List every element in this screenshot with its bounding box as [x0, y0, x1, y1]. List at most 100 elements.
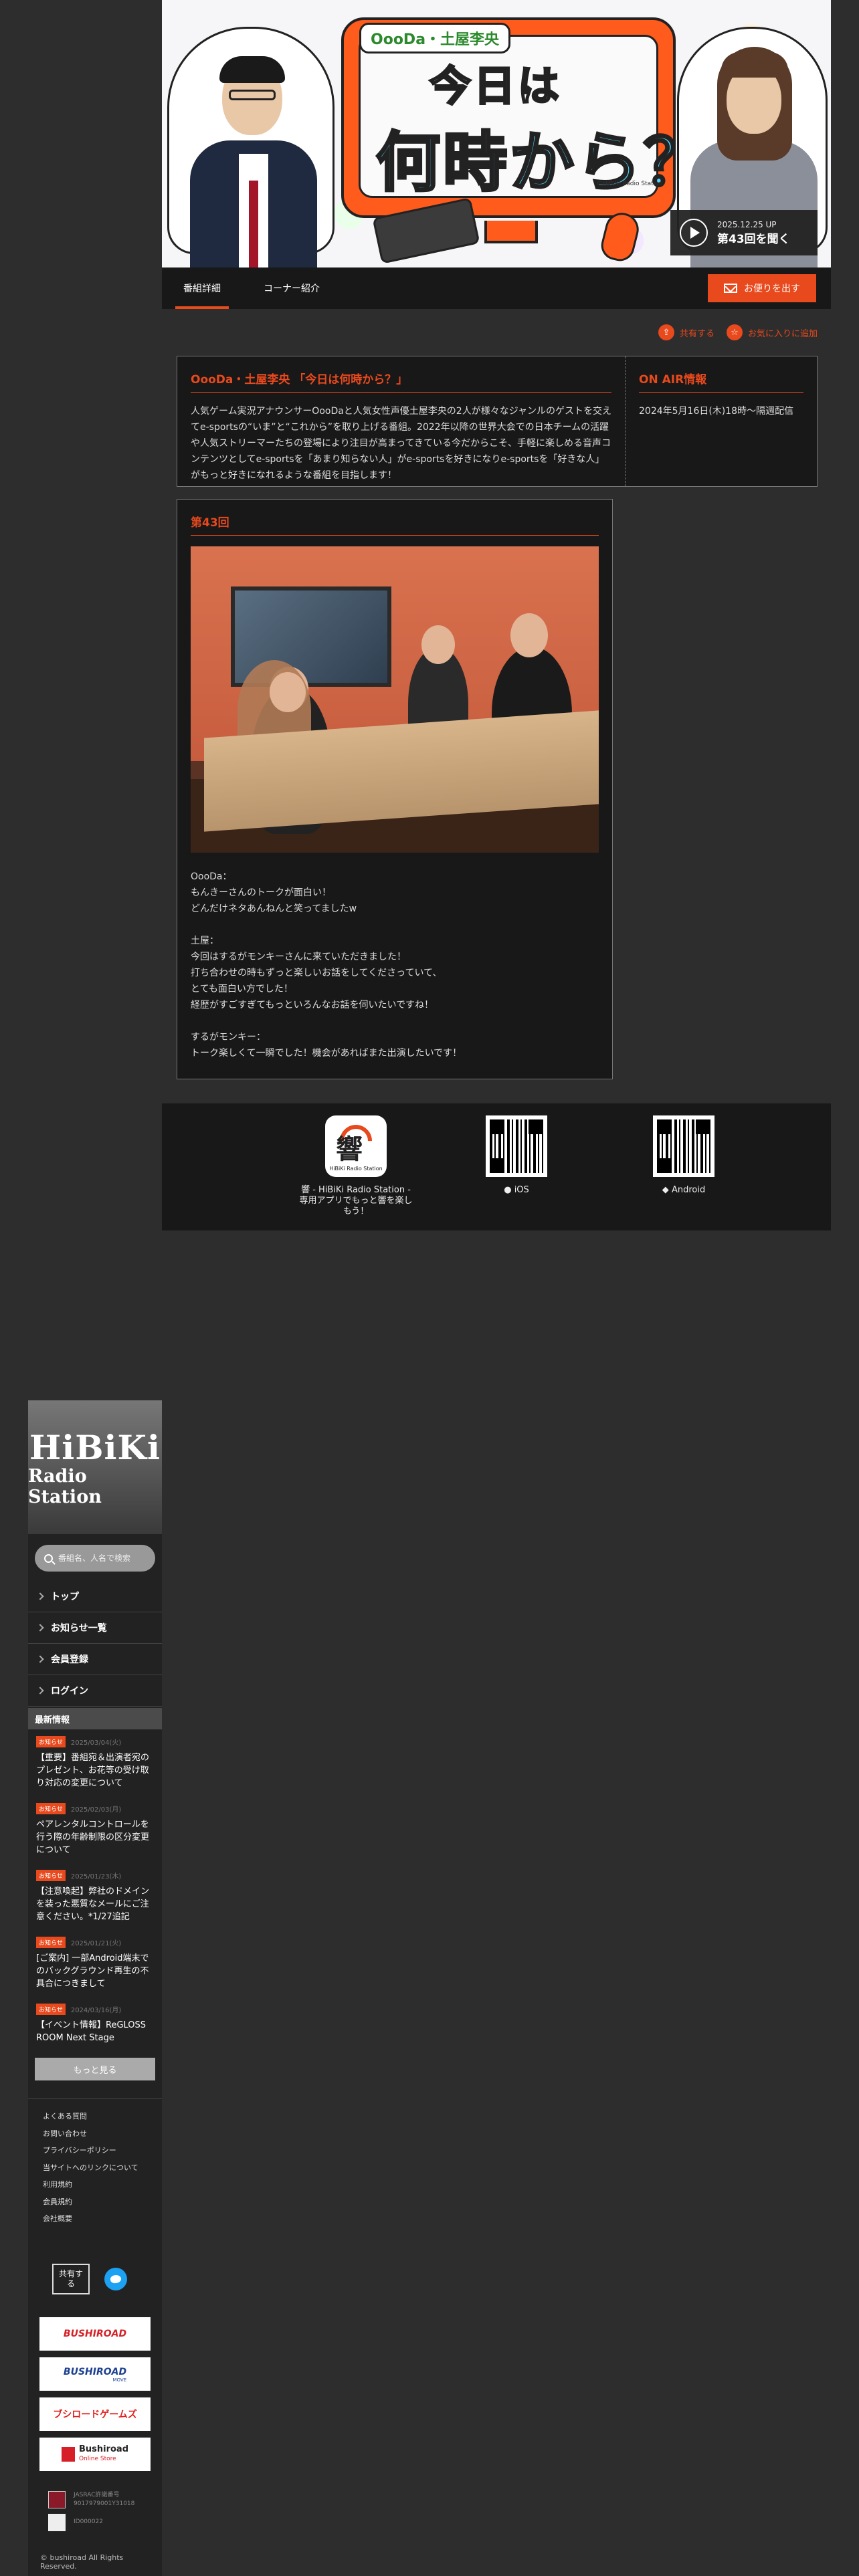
news-date: 2024/03/16(月) — [70, 2007, 122, 2014]
news-title: 【イベント情報】ReGLOSS ROOM Next Stage — [36, 2020, 147, 2043]
news-badge: お知らせ — [36, 1937, 66, 1948]
copyright: © bushiroad All Rights Reserved. — [40, 2553, 124, 2571]
nexx-id: ID000022 — [74, 2518, 103, 2525]
news-date: 2025/02/03(月) — [70, 1806, 122, 1814]
send-mail-label: お便りを出す — [744, 284, 800, 294]
favorite-label: お気に入りに追加 — [747, 328, 818, 339]
hero-credit: ©HiBiKi Radio Station — [597, 181, 663, 187]
nexx-logo — [48, 2513, 66, 2531]
tab-program-details[interactable]: 番組詳細 — [162, 267, 242, 309]
jasrac-logo — [48, 2490, 66, 2508]
brand-banner-bushiroad[interactable]: BUSHIROAD — [39, 2317, 151, 2351]
program-title: OooDa・土屋李央 「今日は何時から？」 — [191, 370, 611, 393]
chevron-right-icon — [36, 1592, 44, 1600]
footer-link-privacy[interactable]: プライバシーポリシー — [43, 2142, 162, 2159]
tab-corner-intro[interactable]: コーナー紹介 — [242, 267, 341, 309]
brand-banner-online-store[interactable]: Bushiroad Online Store — [39, 2437, 151, 2471]
android-qr-code — [653, 1115, 714, 1177]
android-label: Android — [671, 1185, 706, 1195]
footer-link-faq[interactable]: よくある質問 — [43, 2108, 162, 2125]
ios-label: iOS — [514, 1185, 529, 1195]
nav-item-login[interactable]: ログイン — [28, 1675, 162, 1707]
comment-oooda: OooDa： もんきーさんのトークが面白い！ どんだけネタあんねんと笑ってました… — [191, 871, 357, 914]
news-item[interactable]: お知らせ 2025/02/03(月) ペアレンタルコントロールを行う際の年齢制限の… — [28, 1796, 162, 1863]
app-logo: 響 HiBiKi Radio Station — [325, 1115, 387, 1177]
news-title: ペアレンタルコントロールを行う際の年齢制限の区分変更について — [36, 1820, 150, 1855]
brand-banner-bushiroad-games[interactable]: ブシロードゲームズ — [39, 2397, 151, 2431]
footer-link-contact[interactable]: お問い合わせ — [43, 2125, 162, 2143]
footer-link-member-terms[interactable]: 会員規約 — [43, 2193, 162, 2211]
share-label: 共有する — [679, 328, 714, 339]
news-item[interactable]: お知らせ 2024/03/16(月) 【イベント情報】ReGLOSS ROOM N… — [28, 1997, 162, 2051]
search-icon — [44, 1553, 53, 1563]
episode-comments: OooDa： もんきーさんのトークが面白い！ どんだけネタあんねんと笑ってました… — [191, 869, 599, 1061]
jasrac-license: JASRAC許諾番号 9017979001Y31018 — [48, 2490, 162, 2508]
news-item[interactable]: お知らせ 2025/01/23(木) 【注意喚起】弊社のドメインを装った悪質なメー… — [28, 1863, 162, 1930]
android-icon: ◆ — [662, 1185, 669, 1195]
program-description: 人気ゲーム実況アナウンサーOooDaと人気女性声優土屋李央の2人が様々なジャンル… — [191, 406, 612, 481]
mail-icon — [724, 284, 737, 293]
listen-label: 第43回を聞く — [717, 232, 790, 246]
program-actions: ⇪ 共有する ☆ お気に入りに追加 — [162, 309, 831, 356]
footer-link-terms[interactable]: 利用規約 — [43, 2176, 162, 2193]
comment-tsuchiya: 土屋： 今回はするがモンキーさんに来ていただきました！ 打ち合わせの時もずっと楽… — [191, 936, 442, 1010]
nav-item-register[interactable]: 会員登録 — [28, 1644, 162, 1675]
nav-item-news[interactable]: お知らせ一覧 — [28, 1612, 162, 1644]
send-mail-button[interactable]: お便りを出す — [708, 274, 816, 302]
onair-title: ON AIR情報 — [639, 370, 803, 393]
onair-schedule: 2024年5月16日(木)18時〜隔週配信 — [639, 406, 794, 417]
hero-title-line2: 何時から？ — [375, 124, 710, 201]
favorite-button[interactable]: ☆ お気に入りに追加 — [726, 324, 818, 340]
app-caption: 響 - HiBiKi Radio Station - 専用アプリでもっと響を楽し… — [299, 1185, 413, 1216]
program-info: OooDa・土屋李央 「今日は何時から？」 人気ゲーム実況アナウンサーOooDa… — [177, 356, 818, 487]
twitter-button[interactable] — [104, 2267, 127, 2290]
program-tabs: 番組詳細 コーナー紹介 お便りを出す — [162, 267, 831, 309]
chevron-right-icon — [36, 1655, 44, 1663]
news-heading: 最新情報 — [28, 1708, 162, 1729]
news-date: 2025/01/23(木) — [70, 1873, 122, 1881]
news-badge: お知らせ — [36, 1803, 66, 1814]
app-download-banner: 響 HiBiKi Radio Station 響 - HiBiKi Radio … — [162, 1103, 831, 1230]
ios-download[interactable]: ● iOS — [476, 1115, 557, 1196]
sidebar: HiBiKi Radio Station トップ お知らせ一覧 会員登録 ログイ… — [28, 1400, 162, 2576]
news-item[interactable]: お知らせ 2025/03/04(火) 【重要】番組宛＆出演者宛のプレゼント、お花等… — [28, 1729, 162, 1796]
footer-link-linking[interactable]: 当サイトへのリンクについて — [43, 2159, 162, 2177]
site-logo[interactable]: HiBiKi Radio Station — [28, 1400, 162, 1534]
search-input[interactable] — [58, 1553, 159, 1563]
episode-photo — [191, 546, 599, 853]
chevron-right-icon — [36, 1687, 44, 1695]
program-hero-banner: OooDa・土屋李央 今日は 何時から？ ©HiBiKi Radio Stati… — [162, 0, 831, 267]
episode-title: 第43回 — [191, 513, 599, 536]
news-date: 2025/03/04(火) — [70, 1739, 122, 1747]
jasrac-number: JASRAC許諾番号 9017979001Y31018 — [74, 2491, 135, 2507]
news-title: [ご案内] 一部Android端末でのバックグラウンド再生の不具合につきまして — [36, 1953, 149, 1989]
listen-episode-button[interactable]: 2025.12.25 UP 第43回を聞く — [670, 210, 818, 255]
news-title: 【注意喚起】弊社のドメインを装った悪質なメールにご注意ください。*1/27追記 — [36, 1887, 150, 1922]
hero-host-tag: OooDa・土屋李央 — [359, 23, 511, 53]
news-date: 2025/01/21(火) — [70, 1940, 122, 1947]
episode-card: 第43回 OooDa： もんきーさんのトークが面白い！ どんだけネタあんねんと笑… — [177, 499, 613, 1079]
brand-banner-bushiroad-move[interactable]: BUSHIROAD MOVE — [39, 2357, 151, 2391]
nav-item-top[interactable]: トップ — [28, 1581, 162, 1612]
comment-guest: するがモンキー： トーク楽しくて一瞬でした！機会があればまた出演したいです！ — [191, 1032, 462, 1059]
news-badge: お知らせ — [36, 1870, 66, 1881]
store-icon — [61, 2446, 75, 2462]
host-photo-left — [175, 53, 329, 267]
footer-link-company[interactable]: 会社概要 — [43, 2210, 162, 2228]
star-icon: ☆ — [726, 324, 743, 340]
nexx-license: ID000022 — [48, 2513, 162, 2531]
app-promo[interactable]: 響 HiBiKi Radio Station 響 - HiBiKi Radio … — [269, 1115, 443, 1217]
news-title: 【重要】番組宛＆出演者宛のプレゼント、お花等の受け取り対応の変更について — [36, 1753, 150, 1788]
sidebar-share-button[interactable]: 共有する — [52, 2263, 90, 2294]
android-download[interactable]: ◆ Android — [644, 1115, 724, 1196]
news-badge: お知らせ — [36, 2004, 66, 2015]
share-button[interactable]: ⇪ 共有する — [658, 324, 714, 340]
twitter-bird-icon — [110, 2274, 122, 2284]
chevron-right-icon — [36, 1624, 44, 1632]
main-column: OooDa・土屋李央 今日は 何時から？ ©HiBiKi Radio Stati… — [162, 0, 831, 1230]
sidebar-share: 共有する — [52, 2263, 162, 2294]
footer-links: よくある質問 お問い合わせ プライバシーポリシー 当サイトへのリンクについて 利… — [28, 2098, 162, 2228]
more-news-button[interactable]: もっと見る — [35, 2058, 155, 2080]
news-item[interactable]: お知らせ 2025/01/21(火) [ご案内] 一部Android端末でのバック… — [28, 1930, 162, 1997]
episode-upload-date: 2025.12.25 UP — [717, 219, 777, 229]
